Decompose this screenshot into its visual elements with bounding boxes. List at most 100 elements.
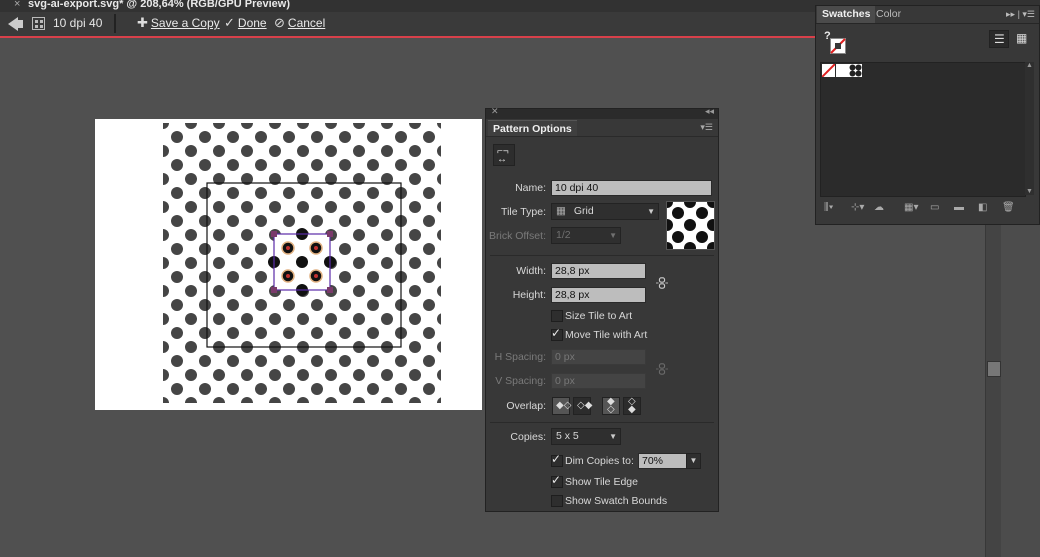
brick-offset-value: 1/2 (556, 229, 571, 241)
height-field[interactable]: 28,8 px (551, 287, 646, 303)
width-field[interactable]: 28,8 px (551, 263, 646, 279)
none-swatch-icon[interactable] (822, 64, 835, 77)
tile-type-value: Grid (573, 205, 594, 217)
swatch-options-icon[interactable]: ▦▾ (904, 202, 918, 213)
show-swatch-bounds-checkbox[interactable] (551, 495, 563, 507)
done-button[interactable]: ✓ Done (224, 15, 267, 31)
pattern-tile-tool-button[interactable]: ⌐¬ ↔ (493, 144, 515, 166)
show-tile-edge-checkbox[interactable]: ✓ (551, 473, 563, 488)
canvas-vertical-scrollbar[interactable] (985, 225, 1002, 557)
swatch-list-scrollbar[interactable]: ▲ ▼ (1025, 62, 1034, 195)
isolated-pattern-name: 10 dpi 40 (53, 16, 103, 30)
overlap-right-in-front-button[interactable]: ◇◆ (573, 397, 593, 415)
plus-icon: ✚ (137, 15, 148, 30)
new-color-group-icon[interactable]: ▭ (930, 202, 939, 213)
pattern-options-panel: ✕ ◂◂ Pattern Options ▾☰ ⌐¬ ↔ Name: 10 dpi… (485, 106, 719, 512)
save-a-copy-label: Save a Copy (150, 16, 220, 30)
show-swatch-kinds-icon[interactable]: ⊹▾ (851, 202, 864, 213)
exit-isolation-arrow-tail[interactable] (17, 20, 23, 28)
tile-type-label: Tile Type: (501, 206, 546, 218)
overlap-bottom-in-front-button[interactable]: ◇ ◆ (623, 397, 641, 415)
overlap-bottom-icon: ◇ ◆ (628, 396, 636, 415)
pattern-isolation-bar: 10 dpi 40 ✚ Save a Copy ✓ Done ⊘ Cancel (0, 12, 815, 38)
overlap-left-in-front-button[interactable]: ◆◇ (552, 397, 572, 415)
size-tile-to-art-checkbox[interactable] (551, 310, 563, 322)
panel-close-icon[interactable]: ✕ (491, 106, 499, 117)
checkmark-icon: ✓ (224, 15, 235, 30)
checkmark-icon: ✓ (551, 326, 562, 340)
swatches-panel: Swatches Color ▸▸ | ▾☰ ? ☰ ▦ ▲ ▼ ⫼▾ ⊹▾ ☁ (815, 5, 1040, 225)
thumbnail-view-button[interactable]: ▦ (1012, 30, 1032, 48)
spacing-link-icon[interactable] (656, 361, 668, 377)
dim-copies-checkbox[interactable]: ✓ (551, 452, 563, 467)
show-swatch-bounds-label: Show Swatch Bounds (565, 495, 668, 507)
move-tile-with-art-label: Move Tile with Art (565, 329, 648, 341)
dropdown-arrow-icon: ▼ (609, 432, 617, 441)
v-spacing-field[interactable]: 0 px (551, 373, 646, 389)
overlap-top-in-front-button[interactable]: ◆ ◇ (602, 397, 620, 415)
panel-tab-pattern-options[interactable]: Pattern Options (488, 120, 577, 137)
tile-type-preview-art (667, 202, 714, 249)
new-folder-icon[interactable]: ▬ (954, 202, 964, 213)
pattern-swatch-icon (32, 17, 45, 30)
dropdown-arrow-icon: ▼ (647, 207, 655, 216)
document-title: svg-ai-export.svg* @ 208,64% (RGB/GPU Pr… (28, 0, 290, 10)
brick-offset-dropdown[interactable]: 1/2 ▼ (551, 227, 621, 244)
panel-menu-icon[interactable]: ▾☰ (700, 122, 713, 133)
tile-type-dropdown[interactable]: ▦ Grid ▼ (551, 203, 659, 220)
scroll-down-arrow-icon[interactable]: ▼ (1026, 188, 1033, 195)
list-view-button[interactable]: ☰ (989, 30, 1009, 48)
h-spacing-label: H Spacing: (494, 351, 546, 363)
close-document-icon[interactable]: × (14, 0, 20, 10)
overlap-top-icon: ◆ ◇ (607, 396, 615, 415)
h-spacing-field[interactable]: 0 px (551, 349, 646, 365)
copies-label: Copies: (510, 431, 546, 443)
cancel-button[interactable]: ⊘ Cancel (274, 15, 325, 31)
name-field[interactable]: 10 dpi 40 (551, 180, 712, 196)
brick-offset-label: Brick Offset: (489, 230, 546, 242)
pattern-tile-tool-icon: ⌐¬ ↔ (497, 146, 509, 165)
tab-swatches[interactable]: Swatches (817, 6, 876, 23)
done-label: Done (237, 16, 267, 30)
copies-dropdown[interactable]: 5 x 5 ▼ (551, 428, 621, 445)
pattern-preview[interactable] (163, 123, 441, 403)
list-view-icon: ☰ (994, 32, 1005, 46)
name-label: Name: (515, 182, 546, 194)
swatch-libraries-menu-icon[interactable]: ⫼▾ (824, 202, 833, 213)
overlap-right-icon: ◇◆ (577, 400, 593, 411)
dot-pattern-swatch[interactable] (849, 64, 862, 77)
overlap-left-icon: ◆◇ (556, 400, 572, 411)
maintain-proportions-link-icon[interactable] (656, 275, 668, 291)
cancel-circle-icon: ⊘ (274, 15, 285, 30)
new-swatch-icon[interactable]: ◧ (978, 202, 987, 213)
panel-collapse-icon[interactable]: ◂◂ (705, 106, 714, 117)
move-tile-with-art-checkbox[interactable]: ✓ (551, 326, 563, 341)
tile-type-preview (666, 201, 715, 250)
show-tile-edge-label: Show Tile Edge (565, 476, 638, 488)
height-label: Height: (512, 289, 546, 301)
pattern-swatch-thumbnail[interactable] (836, 64, 849, 77)
panel-menu-icon[interactable]: ▸▸ | ▾☰ (1006, 9, 1035, 20)
delete-swatch-icon[interactable]: 🗑 (1002, 202, 1015, 213)
swatch-list[interactable] (820, 62, 1026, 197)
panel-header-strip[interactable]: ✕ ◂◂ (486, 106, 718, 119)
scroll-up-arrow-icon[interactable]: ▲ (1026, 62, 1033, 69)
scrollbar-thumb[interactable] (987, 361, 1001, 377)
size-tile-to-art-label: Size Tile to Art (565, 310, 633, 322)
section-divider (490, 255, 714, 256)
fill-stroke-proxy[interactable]: ? (824, 30, 848, 56)
cloud-library-icon[interactable]: ☁ (874, 202, 884, 213)
dim-copies-field[interactable]: 70% (638, 453, 687, 469)
dropdown-arrow-icon: ▼ (609, 231, 617, 240)
checkmark-icon: ✓ (551, 473, 562, 487)
tab-color[interactable]: Color (871, 6, 906, 23)
isolation-bar-separator (114, 14, 116, 33)
checkmark-icon: ✓ (551, 452, 562, 466)
section-divider (490, 422, 714, 423)
dim-copies-dropdown-arrow-icon[interactable]: ▼ (686, 453, 701, 469)
save-a-copy-button[interactable]: ✚ Save a Copy (137, 15, 220, 31)
thumbnail-view-icon: ▦ (1016, 31, 1028, 45)
tab-divider (816, 23, 1039, 24)
none-stroke-swatch-icon (830, 38, 846, 54)
overlap-label: Overlap: (506, 400, 546, 412)
